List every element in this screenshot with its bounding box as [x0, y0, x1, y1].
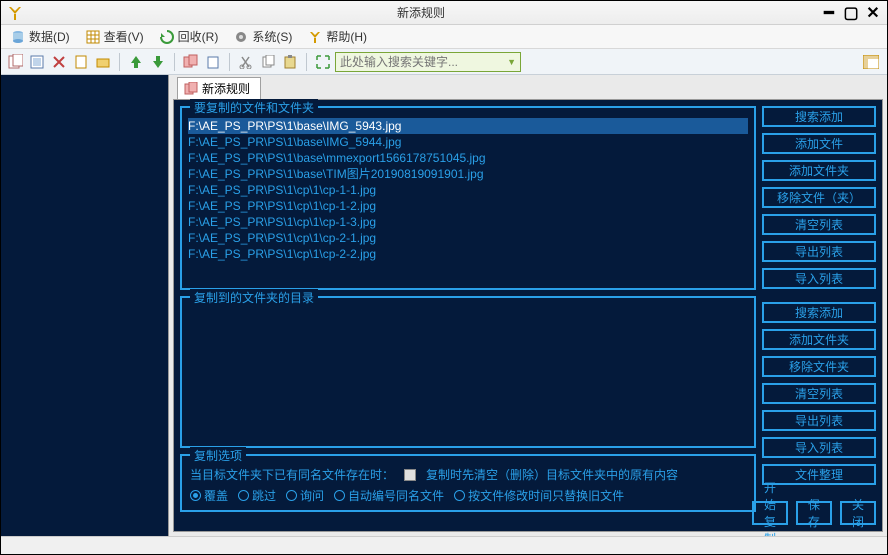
separator: [229, 53, 230, 71]
tab-new-rule[interactable]: 新添规则: [177, 77, 261, 99]
src-add-folder-button[interactable]: 添加文件夹: [762, 160, 876, 181]
file-list-item[interactable]: F:\AE_PS_PR\PS\1\cp\1\cp-1-1.jpg: [188, 182, 748, 198]
src-search-add-button[interactable]: 搜索添加: [762, 106, 876, 127]
dst-import-button[interactable]: 导入列表: [762, 437, 876, 458]
menubar: 数据(D) 查看(V) 回收(R) 系统(S) 帮助(H): [1, 25, 887, 49]
radio-label: 询问: [300, 487, 324, 504]
file-list-item[interactable]: F:\AE_PS_PR\PS\1\cp\1\cp-1-2.jpg: [188, 198, 748, 214]
src-add-file-button[interactable]: 添加文件: [762, 133, 876, 154]
dst-organize-button[interactable]: 文件整理: [762, 464, 876, 485]
group-title: 要复制的文件和文件夹: [190, 99, 318, 116]
window-title: 新添规则: [23, 4, 819, 21]
menu-label: 回收(R): [178, 28, 219, 45]
tab-label: 新添规则: [202, 80, 250, 97]
titlebar: 新添规则 ━ ▢ ✕: [1, 1, 887, 25]
down-arrow-icon[interactable]: [148, 52, 168, 72]
radio-ask[interactable]: 询问: [286, 487, 324, 504]
folder-icon[interactable]: [93, 52, 113, 72]
dst-remove-button[interactable]: 移除文件夹: [762, 356, 876, 377]
group-title: 复制选项: [190, 447, 246, 464]
file-list-item[interactable]: F:\AE_PS_PR\PS\1\base\IMG_5944.jpg: [188, 134, 748, 150]
radio-label: 跳过: [252, 487, 276, 504]
left-tree-pane[interactable]: [1, 75, 169, 536]
separator: [174, 53, 175, 71]
clipboard-icon[interactable]: [280, 52, 300, 72]
menu-recycle[interactable]: 回收(R): [156, 28, 223, 45]
dest-folder-list[interactable]: [186, 306, 750, 442]
src-import-button[interactable]: 导入列表: [762, 268, 876, 289]
radio-skip[interactable]: 跳过: [238, 487, 276, 504]
menu-label: 系统(S): [252, 28, 292, 45]
paste-icon[interactable]: [203, 52, 223, 72]
search-input[interactable]: [340, 55, 503, 69]
radio-autonum[interactable]: 自动编号同名文件: [334, 487, 444, 504]
file-list-item[interactable]: F:\AE_PS_PR\PS\1\base\mmexport1566178751…: [188, 150, 748, 166]
group-source-files: 要复制的文件和文件夹 F:\AE_PS_PR\PS\1\base\IMG_594…: [180, 106, 756, 290]
statusbar: [1, 536, 887, 554]
file-list-item[interactable]: F:\AE_PS_PR\PS\1\cp\1\cp-2-2.jpg: [188, 246, 748, 262]
menu-label: 数据(D): [29, 28, 70, 45]
doc-icon[interactable]: [71, 52, 91, 72]
dst-export-button[interactable]: 导出列表: [762, 410, 876, 431]
copy-icon[interactable]: [258, 52, 278, 72]
copy-rule-icon[interactable]: [27, 52, 47, 72]
search-box[interactable]: ▼: [335, 52, 521, 72]
chevron-down-icon[interactable]: ▼: [507, 57, 516, 67]
file-list-item[interactable]: F:\AE_PS_PR\PS\1\cp\1\cp-1-3.jpg: [188, 214, 748, 230]
group-title: 复制到的文件夹的目录: [190, 289, 318, 306]
menu-view[interactable]: 查看(V): [82, 28, 148, 45]
up-arrow-icon[interactable]: [126, 52, 146, 72]
source-file-list[interactable]: F:\AE_PS_PR\PS\1\base\IMG_5943.jpgF:\AE_…: [186, 116, 750, 284]
radio-label: 按文件修改时间只替换旧文件: [468, 487, 624, 504]
separator: [119, 53, 120, 71]
clear-first-checkbox[interactable]: [404, 469, 416, 481]
gear-icon: [234, 30, 248, 44]
start-copy-button[interactable]: 开始复制: [752, 501, 788, 525]
help-icon: [308, 30, 322, 44]
dst-search-add-button[interactable]: 搜索添加: [762, 302, 876, 323]
file-list-item[interactable]: F:\AE_PS_PR\PS\1\base\TIM图片2019081909190…: [188, 166, 748, 182]
dup-policy-label: 当目标文件夹下已有同名文件存在时：: [190, 466, 394, 483]
radio-label: 覆盖: [204, 487, 228, 504]
clear-first-label: 复制时先清空（删除）目标文件夹中的原有内容: [426, 466, 678, 483]
radio-overwrite[interactable]: 覆盖: [190, 487, 228, 504]
maximize-button[interactable]: ▢: [841, 4, 861, 22]
menu-label: 查看(V): [104, 28, 144, 45]
recycle-icon: [160, 30, 174, 44]
toolbar: ▼: [1, 49, 887, 75]
dst-add-folder-button[interactable]: 添加文件夹: [762, 329, 876, 350]
app-icon: [7, 5, 23, 21]
new-rule-icon[interactable]: [5, 52, 25, 72]
layout-icon[interactable]: [861, 52, 881, 72]
dst-clear-button[interactable]: 清空列表: [762, 383, 876, 404]
expand-icon[interactable]: [313, 52, 333, 72]
save-button[interactable]: 保存: [796, 501, 832, 525]
group-copy-options: 复制选项 当目标文件夹下已有同名文件存在时： 复制时先清空（删除）目标文件夹中的…: [180, 454, 756, 512]
duplicate-icon[interactable]: [181, 52, 201, 72]
radio-newer[interactable]: 按文件修改时间只替换旧文件: [454, 487, 624, 504]
minimize-button[interactable]: ━: [819, 4, 839, 22]
menu-help[interactable]: 帮助(H): [304, 28, 371, 45]
file-list-item[interactable]: F:\AE_PS_PR\PS\1\cp\1\cp-2-1.jpg: [188, 230, 748, 246]
close-button[interactable]: ✕: [863, 4, 883, 22]
cut-icon[interactable]: [236, 52, 256, 72]
grid-icon: [86, 30, 100, 44]
group-dest-folders: 复制到的文件夹的目录: [180, 296, 756, 448]
database-icon: [11, 30, 25, 44]
menu-system[interactable]: 系统(S): [230, 28, 296, 45]
rule-icon: [184, 82, 198, 96]
radio-label: 自动编号同名文件: [348, 487, 444, 504]
file-list-item[interactable]: F:\AE_PS_PR\PS\1\base\IMG_5943.jpg: [188, 118, 748, 134]
menu-data[interactable]: 数据(D): [7, 28, 74, 45]
src-clear-button[interactable]: 清空列表: [762, 214, 876, 235]
tabstrip: 新添规则: [169, 75, 887, 99]
src-export-button[interactable]: 导出列表: [762, 241, 876, 262]
close-dialog-button[interactable]: 关闭: [840, 501, 876, 525]
separator: [306, 53, 307, 71]
src-remove-button[interactable]: 移除文件（夹）: [762, 187, 876, 208]
delete-icon[interactable]: [49, 52, 69, 72]
menu-label: 帮助(H): [326, 28, 367, 45]
